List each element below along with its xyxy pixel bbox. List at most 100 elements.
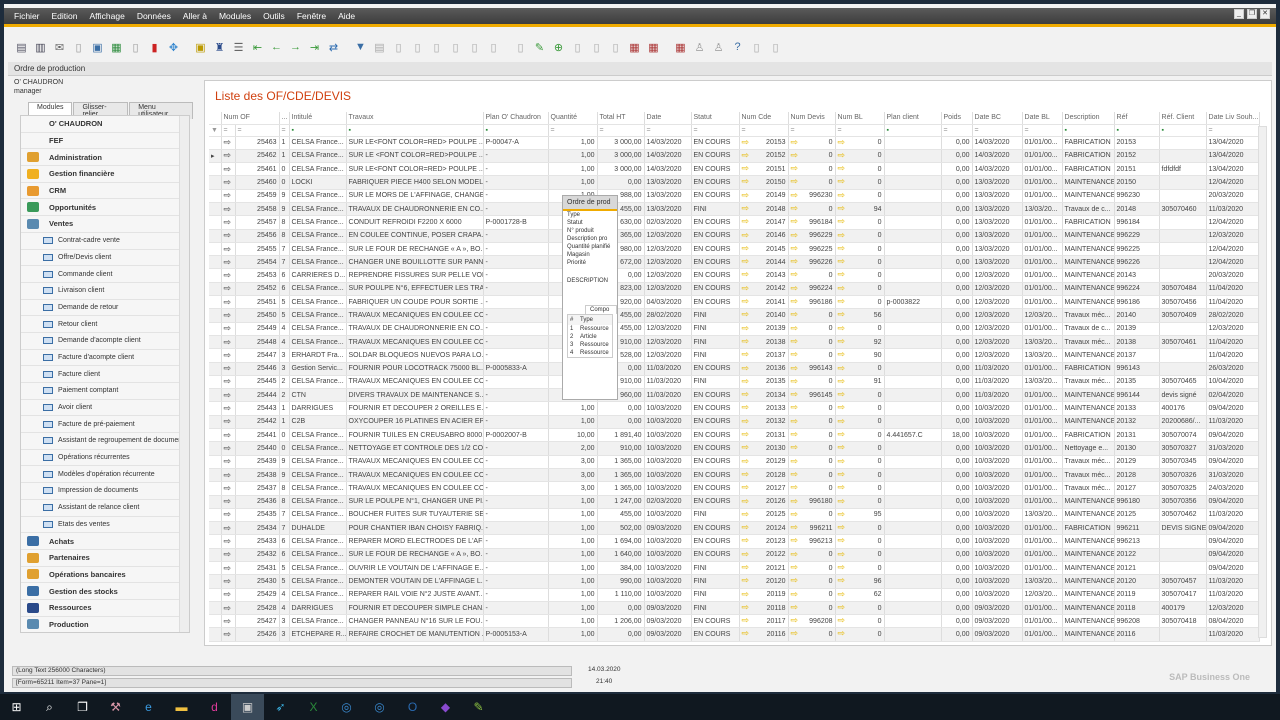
table-row[interactable]: ⇨ 25429 4 CELSA France... REPARER RAIL VOIE … — [209, 588, 1260, 602]
column-header[interactable]: Num BL — [835, 112, 885, 125]
link-arrow-icon[interactable]: ⇨ — [838, 150, 846, 161]
link-arrow-icon[interactable]: ⇨ — [791, 176, 799, 187]
email-icon[interactable]: ✉ — [52, 40, 67, 55]
link-arrow-icon[interactable]: ⇨ — [221, 149, 236, 164]
nav-sub-item[interactable]: Etats des ventes — [21, 517, 189, 534]
table-row[interactable]: ⇨ 25430 5 CELSA France... DEMONTER VOUTAIN D… — [209, 574, 1260, 589]
previous-record-icon[interactable]: ← — [269, 40, 284, 55]
nav-nav_top-3[interactable]: Gestion financière — [21, 166, 189, 183]
nav-sub-item[interactable]: Demande d'acompte client — [21, 333, 189, 350]
column-header[interactable]: Date BL — [1022, 112, 1063, 125]
table-row[interactable]: ⇨ 25458 9 CELSA France... TRAVAUX DE CHAUDRO… — [209, 202, 1260, 217]
table-row[interactable]: ⇨ 25450 5 CELSA France... TRAVAUX MECANIQUES… — [209, 308, 1260, 323]
link-arrow-icon[interactable]: ⇨ — [221, 614, 236, 629]
nav-nav_bottom-1[interactable]: Partenaires — [21, 550, 189, 567]
link-arrow-icon[interactable]: ⇨ — [742, 137, 750, 148]
sms-icon[interactable]: ▯ — [71, 40, 86, 55]
search-icon[interactable]: ⌕ — [33, 694, 66, 720]
menu-5[interactable]: Modules — [219, 11, 251, 21]
filter-cell[interactable]: ▪︎ — [289, 124, 347, 137]
link-arrow-icon[interactable]: ⇨ — [838, 469, 846, 480]
link-arrow-icon[interactable]: ⇨ — [838, 269, 846, 280]
link-arrow-icon[interactable]: ⇨ — [838, 323, 846, 334]
link-arrow-icon[interactable]: ⇨ — [221, 162, 236, 177]
message-icon[interactable]: ▦ — [646, 40, 661, 55]
table-row[interactable]: ⇨ 25452 6 CELSA France... SUR POULPE N°6, EF… — [209, 282, 1260, 297]
link-arrow-icon[interactable]: ⇨ — [742, 416, 750, 427]
arrow-app-icon[interactable]: ➶ — [264, 694, 297, 720]
link-arrow-icon[interactable]: ⇨ — [221, 242, 236, 257]
link-arrow-icon[interactable]: ⇨ — [742, 628, 750, 639]
link-arrow-icon[interactable]: ⇨ — [742, 150, 750, 161]
table-row[interactable]: ⇨ 25432 6 CELSA France... SUR LE FOUR DE REC… — [209, 548, 1260, 563]
edge-icon[interactable]: e — [132, 694, 165, 720]
column-header[interactable]: Date — [644, 112, 692, 125]
link-arrow-icon[interactable]: ⇨ — [838, 562, 846, 573]
window-icon[interactable]: ▯ — [749, 40, 764, 55]
journal-icon[interactable]: ▯ — [429, 40, 444, 55]
restore-button[interactable]: ❐ — [1247, 9, 1257, 19]
link-arrow-icon[interactable]: ⇨ — [838, 549, 846, 560]
link-arrow-icon[interactable]: ⇨ — [838, 416, 846, 427]
link-arrow-icon[interactable]: ⇨ — [221, 362, 236, 376]
link-arrow-icon[interactable]: ⇨ — [221, 508, 236, 523]
link-arrow-icon[interactable]: ⇨ — [742, 203, 750, 214]
table-row[interactable]: ⇨ 25436 8 CELSA France... SUR LE POULPE N°1,… — [209, 495, 1260, 509]
network-icon[interactable]: ♙ — [692, 40, 707, 55]
filter-cell[interactable]: ▪︎ — [483, 124, 549, 137]
column-header[interactable]: Plan client — [884, 112, 942, 125]
link-arrow-icon[interactable]: ⇨ — [838, 163, 846, 174]
link-arrow-icon[interactable]: ⇨ — [838, 482, 846, 493]
table-row[interactable]: ⇨ 25437 8 CELSA France... TRAVAUX MECANIQUES… — [209, 481, 1260, 496]
link-arrow-icon[interactable]: ⇨ — [221, 521, 236, 536]
link-arrow-icon[interactable]: ⇨ — [791, 309, 799, 320]
nav-sub-item[interactable]: Demande de retour — [21, 300, 189, 317]
nav-sub-item[interactable]: Livraison client — [21, 283, 189, 300]
print-icon[interactable]: ▥ — [33, 40, 48, 55]
link-arrow-icon[interactable]: ⇨ — [742, 256, 750, 267]
report-icon[interactable]: ▯ — [608, 40, 623, 55]
table-row[interactable]: ⇨ 25442 1 C2B OXYCOUPER 16 PLATINES EN ACIER… — [209, 415, 1260, 430]
column-header[interactable]: Num OF — [221, 112, 280, 125]
table-row[interactable]: ⇨ 25454 7 CELSA France... CHANGER UNE BOUILL… — [209, 255, 1260, 270]
link-arrow-icon[interactable]: ⇨ — [742, 456, 750, 467]
visual-studio-icon[interactable]: ◆ — [429, 694, 462, 720]
link-arrow-icon[interactable]: ⇨ — [221, 136, 236, 150]
link-arrow-icon[interactable]: ⇨ — [791, 628, 799, 639]
link-arrow-icon[interactable]: ⇨ — [838, 509, 846, 520]
link-arrow-icon[interactable]: ⇨ — [791, 535, 799, 546]
table-row[interactable]: ⇨ 25444 2 CTN DIVERS TRAVAUX DE MAINTENANCE … — [209, 388, 1260, 403]
link-arrow-icon[interactable]: ⇨ — [791, 256, 799, 267]
link-arrow-icon[interactable]: ⇨ — [791, 482, 799, 493]
filter-cell[interactable]: = — [941, 124, 973, 137]
menu-7[interactable]: Fenêtre — [297, 11, 326, 21]
start-icon[interactable]: ⊞ — [0, 694, 33, 720]
link-arrow-icon[interactable]: ⇨ — [838, 376, 846, 387]
link-arrow-icon[interactable]: ⇨ — [791, 150, 799, 161]
link-arrow-icon[interactable]: ⇨ — [791, 336, 799, 347]
column-header[interactable]: ... — [279, 112, 290, 125]
link-arrow-icon[interactable]: ⇨ — [221, 255, 236, 270]
table-row[interactable]: ⇨ 25461 0 CELSA France... SUR LE<FONT COLOR=… — [209, 162, 1260, 177]
nav-sub-item[interactable]: Modèles d'opération récurrente — [21, 466, 189, 484]
link-arrow-icon[interactable]: ⇨ — [221, 468, 236, 483]
table-row[interactable]: ⇨ 25435 7 CELSA France... BOUCHER FUITES SUR… — [209, 508, 1260, 523]
link-arrow-icon[interactable]: ⇨ — [791, 496, 799, 507]
link-arrow-icon[interactable]: ⇨ — [742, 363, 750, 374]
table-row[interactable]: ⇨ 25457 8 CELSA France... CONDUIT REFROIDI F… — [209, 215, 1260, 230]
link-arrow-icon[interactable]: ⇨ — [221, 388, 236, 403]
link-arrow-icon[interactable]: ⇨ — [221, 189, 236, 203]
link-arrow-icon[interactable]: ⇨ — [791, 416, 799, 427]
minimize-button[interactable]: _ — [1234, 9, 1244, 19]
link-arrow-icon[interactable]: ⇨ — [742, 549, 750, 560]
filter-cell[interactable]: = — [788, 124, 836, 137]
table-row[interactable]: ⇨ 25456 8 CELSA France... EN COULEE CONTINUE… — [209, 229, 1260, 243]
table-row[interactable]: ⇨ 25446 3 Gestion Servic... FOURNIR POUR LOC… — [209, 362, 1260, 376]
filter-cell[interactable]: ▪︎ — [1062, 124, 1115, 137]
nav-sub-item[interactable]: Facture de pré-paiement — [21, 416, 189, 434]
nav-nav_bottom-2[interactable]: Opérations bancaires — [21, 567, 189, 584]
link-arrow-icon[interactable]: ⇨ — [791, 602, 799, 613]
link-arrow-icon[interactable]: ⇨ — [742, 496, 750, 507]
link-arrow-icon[interactable]: ⇨ — [838, 589, 846, 600]
link-arrow-icon[interactable]: ⇨ — [221, 574, 236, 589]
